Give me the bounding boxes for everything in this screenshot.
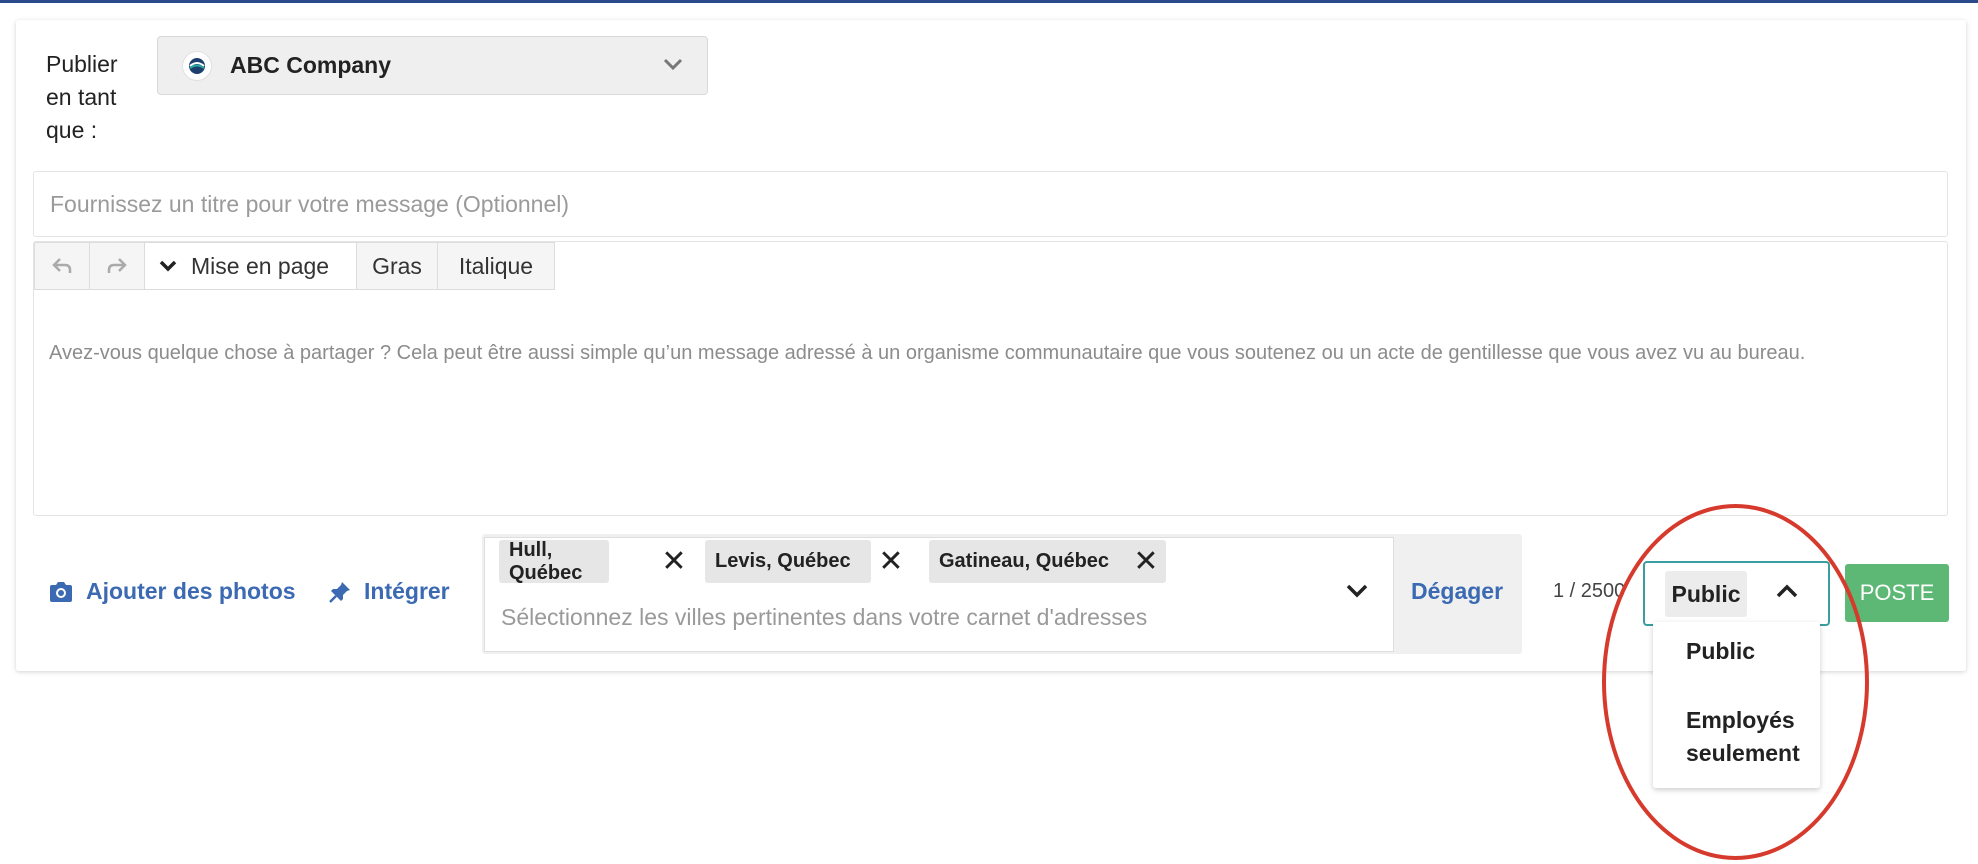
camera-icon [50,581,72,602]
chevron-down-icon [159,260,177,272]
add-photos-button[interactable]: Ajouter des photos [48,578,296,605]
format-label: Mise en page [191,252,330,279]
remove-tag-icon[interactable]: ✕ [659,540,689,583]
italic-button[interactable]: Italique [437,242,555,290]
character-count: 1 / 2500 [1553,580,1626,602]
format-dropdown[interactable]: Mise en page [144,242,357,290]
clear-cities-button[interactable]: Dégager [1411,578,1503,605]
visibility-dropdown-menu: Public Employés seulement [1653,622,1820,788]
redo-icon [107,258,127,273]
bold-button[interactable]: Gras [356,242,438,290]
company-logo [182,50,212,81]
visibility-option-public[interactable]: Public [1686,635,1755,668]
editor-toolbar: Mise en page Gras Italique [34,242,555,290]
city-tag-hull: Hull, Québec [499,539,609,584]
remove-tag-icon[interactable]: ✕ [876,540,906,583]
visibility-option-employees[interactable]: Employés seulement [1686,704,1811,770]
undo-icon [52,258,72,273]
message-editor[interactable]: Mise en page Gras Italique Avez-vous que… [33,241,1948,516]
chevron-up-icon [1776,584,1798,603]
remove-tag-icon[interactable]: ✕ [1131,540,1161,583]
redo-button[interactable] [89,242,145,290]
publish-as-label: Publier en tant que : [46,51,118,143]
visibility-select[interactable]: Public [1643,561,1830,626]
city-tag-levis: Levis, Québec [705,540,871,583]
chevron-down-icon [663,57,683,76]
post-button[interactable]: POSTE [1845,564,1949,622]
visibility-selected-value: Public [1665,571,1747,617]
account-select[interactable]: ABC Company [157,36,708,95]
editor-placeholder: Avez-vous quelque chose à partager ? Cel… [49,342,1806,364]
title-input[interactable] [33,171,1948,237]
top-accent-line [0,0,1978,3]
add-photos-label: Ajouter des photos [86,578,296,604]
city-select-placeholder: Sélectionnez les villes pertinentes dans… [501,604,1148,630]
embed-label: Intégrer [364,578,450,604]
embed-button[interactable]: Intégrer [328,578,450,605]
chevron-down-icon[interactable] [1346,584,1368,603]
undo-button[interactable] [34,242,90,290]
account-name: ABC Company [230,52,392,78]
pin-icon [329,581,350,603]
